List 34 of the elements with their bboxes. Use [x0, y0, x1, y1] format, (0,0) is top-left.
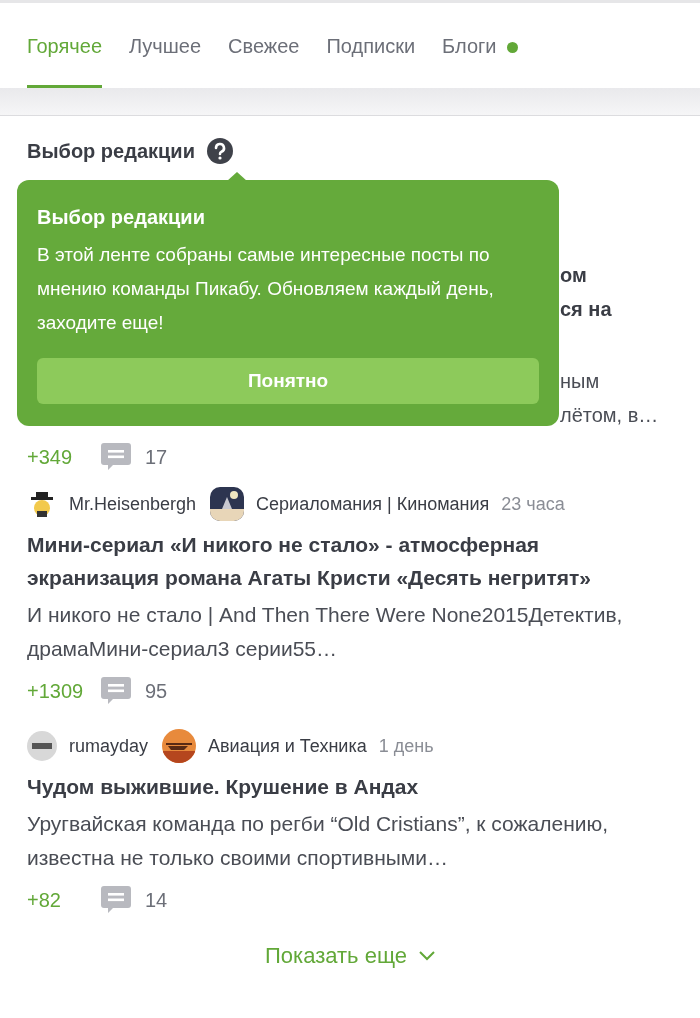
rating-count: +349 — [27, 445, 74, 470]
community-name[interactable]: Авиация и Техника — [208, 732, 367, 760]
comment-icon — [101, 677, 131, 705]
tab[interactable]: Подписки — [326, 3, 416, 88]
community-name[interactable]: Сериаломания | Киномания — [256, 490, 490, 518]
comment-count: 95 — [145, 679, 168, 704]
comment-icon — [101, 886, 131, 914]
post-time: 23 часа — [501, 492, 565, 516]
section-title: Выбор редакции — [27, 139, 195, 164]
author-name[interactable]: Mr.Heisenbergh — [69, 490, 197, 518]
author-name[interactable]: rumayday — [69, 732, 149, 760]
rating-count: +1309 — [27, 679, 85, 704]
comment-count: 17 — [145, 445, 168, 470]
post-time: 1 день — [378, 734, 434, 758]
post-excerpt: И никого не стало | And Then There Were None2015Детектив, драмаМини-сериал3 серии55… — [27, 602, 624, 662]
tooltip-text: В этой ленте собраны самые интересные посты по мнению команды Пикабу. Обновляем каждый день, заходите еще! — [37, 243, 495, 335]
chevron-down-icon — [419, 950, 435, 961]
show-more-button[interactable]: Показать еще — [265, 939, 435, 972]
post-excerpt-fragment: ным — [560, 369, 600, 394]
tab[interactable]: Лучшее — [129, 3, 202, 88]
post-title[interactable]: Мини-сериал «И никого не стало» - атмосферная экранизация романа Агаты Кристи «Десять негритят» — [27, 528, 673, 594]
comment-count: 14 — [145, 888, 168, 913]
avatar-icon — [27, 731, 57, 761]
post-title[interactable]: Чудом выжившие. Крушение в Андах — [27, 770, 673, 803]
rating-count: +82 — [27, 888, 62, 913]
post-title-fragment: ом — [560, 263, 587, 288]
post-title-fragment: ся на — [560, 297, 612, 322]
tooltip-title: Выбор редакции — [37, 205, 206, 230]
tab[interactable]: Свежее — [228, 3, 300, 88]
post-excerpt-fragment: лётом, в… — [560, 403, 659, 428]
tab[interactable]: Блоги — [442, 3, 497, 88]
post-excerpt: Уругвайская команда по регби “Old Cristians”, к сожалению, известна не только своими спортивными… — [27, 811, 610, 871]
help-icon[interactable] — [206, 138, 233, 164]
comment-icon — [101, 443, 131, 471]
